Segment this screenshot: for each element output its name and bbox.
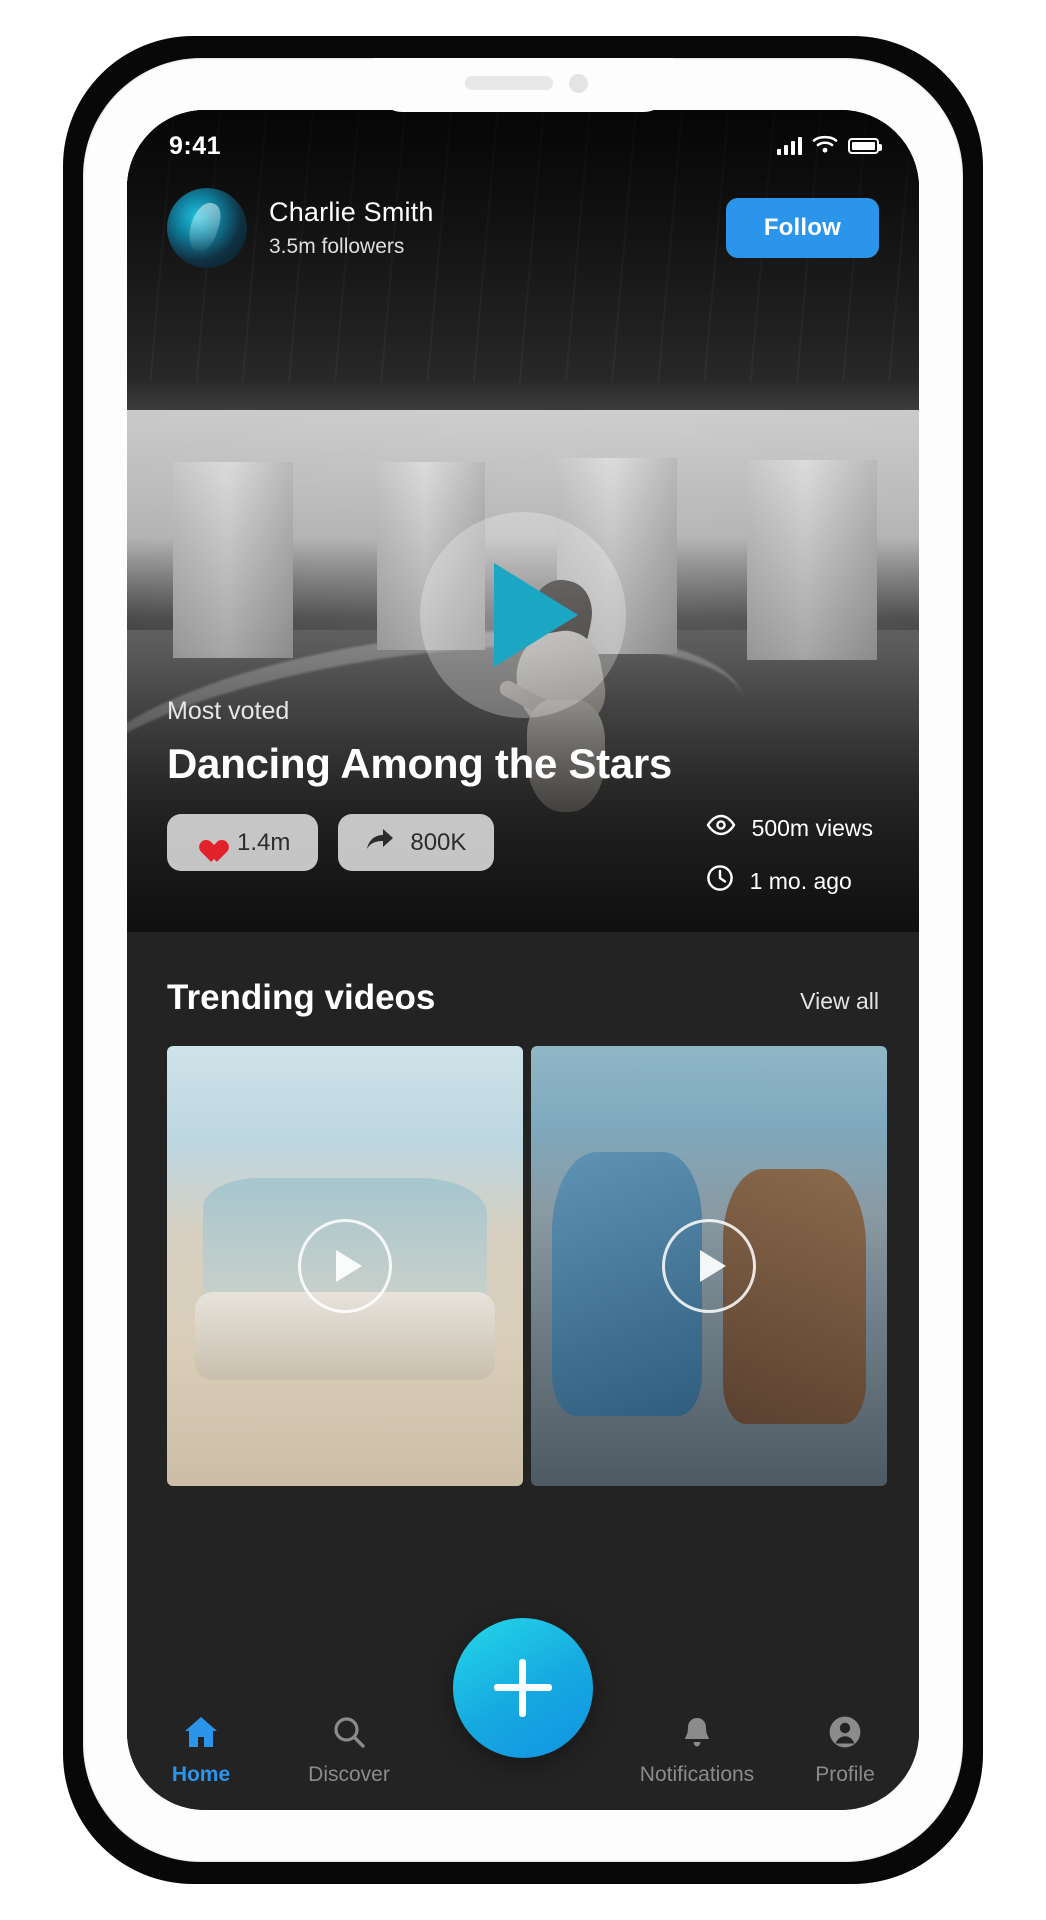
video-age: 1 mo. ago — [749, 867, 852, 894]
trending-card[interactable] — [531, 1046, 887, 1486]
featured-video-title: Dancing Among the Stars — [167, 740, 672, 787]
eye-icon — [706, 814, 736, 842]
person-circle-icon — [828, 1715, 862, 1754]
follow-button[interactable]: Follow — [725, 198, 879, 258]
play-circle-icon[interactable] — [298, 1219, 392, 1313]
tab-profile[interactable]: Profile — [771, 1715, 919, 1787]
view-all-link[interactable]: View all — [800, 988, 879, 1015]
phone-screen: Most voted Dancing Among the Stars 1.4m — [127, 110, 919, 1810]
create-button[interactable] — [453, 1618, 593, 1758]
share-count: 800K — [410, 828, 467, 856]
status-bar: 9:41 — [127, 110, 919, 172]
avatar[interactable] — [167, 188, 247, 268]
battery-icon — [848, 138, 882, 154]
earpiece-speaker — [465, 76, 553, 90]
tab-label-home: Home — [171, 1763, 231, 1786]
age-row: 1 mo. ago — [706, 864, 873, 898]
tab-label-profile: Profile — [815, 1763, 875, 1786]
tab-discover[interactable]: Discover — [275, 1715, 423, 1787]
signal-bars-icon — [777, 137, 802, 155]
profile-header: Charlie Smith 3.5m followers Follow — [127, 172, 919, 268]
status-indicators — [777, 134, 882, 159]
play-icon — [494, 563, 578, 667]
most-voted-label: Most voted — [167, 697, 290, 725]
play-button[interactable] — [420, 512, 626, 718]
video-stats-row: 1.4m 800K 500m views 1 mo. ago — [167, 814, 879, 898]
wifi-icon — [812, 134, 838, 159]
status-time: 9:41 — [169, 131, 222, 160]
trending-title: Trending videos — [167, 978, 436, 1017]
heart-icon — [195, 831, 221, 855]
clock-icon — [706, 864, 734, 898]
like-chip[interactable]: 1.4m — [167, 814, 319, 871]
action-chips: 1.4m 800K — [167, 814, 495, 871]
plus-icon — [494, 1659, 552, 1717]
trending-card[interactable] — [167, 1046, 523, 1486]
search-icon — [332, 1715, 366, 1754]
featured-video-info: Most voted Dancing Among the Stars 1.4m — [127, 697, 919, 932]
home-icon — [183, 1715, 219, 1754]
views-row: 500m views — [706, 814, 873, 842]
trending-card-list — [127, 1046, 919, 1486]
like-count: 1.4m — [237, 828, 291, 856]
tab-label-notifications: Notifications — [639, 1763, 755, 1786]
share-chip[interactable]: 800K — [338, 814, 495, 871]
bell-icon — [681, 1715, 713, 1754]
tab-notifications[interactable]: Notifications — [623, 1715, 771, 1787]
play-circle-icon[interactable] — [662, 1219, 756, 1313]
notch — [373, 58, 673, 112]
trending-header: Trending videos View all — [127, 932, 919, 1046]
video-meta-column: 500m views 1 mo. ago — [706, 814, 879, 898]
views-count: 500m views — [751, 814, 873, 841]
tab-home[interactable]: Home — [127, 1715, 275, 1787]
front-camera — [569, 74, 588, 93]
share-arrow-icon — [366, 828, 394, 857]
profile-meta: Charlie Smith 3.5m followers — [269, 197, 726, 259]
follower-count: 3.5m followers — [269, 235, 405, 258]
profile-name: Charlie Smith — [269, 197, 434, 227]
tab-label-discover: Discover — [308, 1763, 390, 1786]
